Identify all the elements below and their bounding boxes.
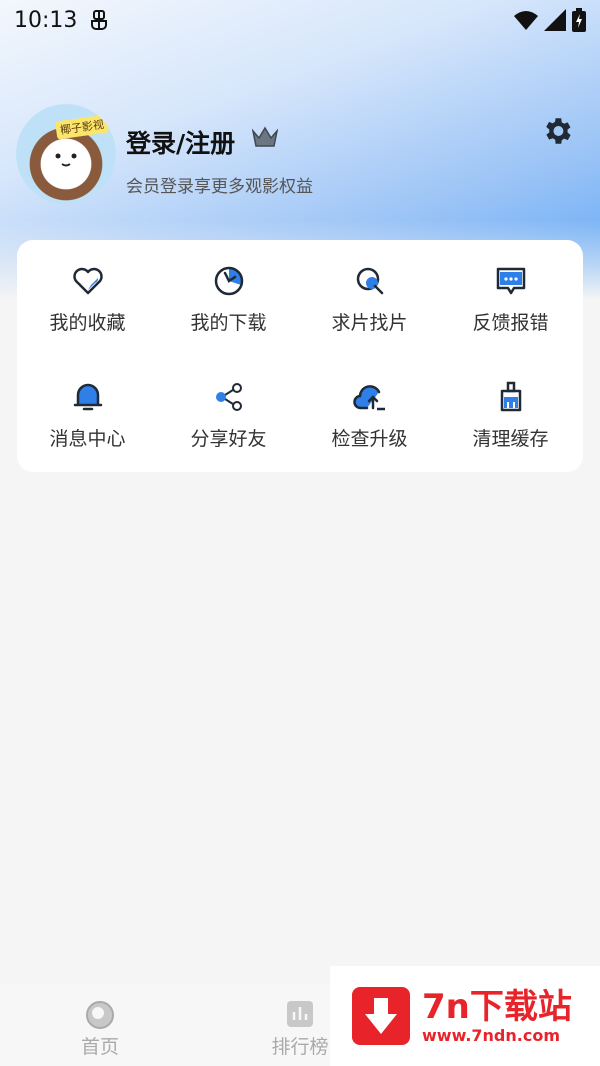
profile-section: 椰子影视 登录/注册 会员登录享更多观影权益 — [16, 104, 584, 204]
download-logo-icon — [352, 987, 410, 1045]
nav-item-label: 排行榜 — [271, 1036, 329, 1058]
menu-item-upgrade[interactable]: 检查升级 — [299, 356, 440, 456]
watermark-url: www.7ndn.com — [422, 1025, 560, 1045]
feedback-icon — [496, 267, 525, 295]
crown-icon — [252, 126, 278, 147]
menu-item-label: 消息中心 — [49, 428, 126, 450]
bug-icon — [91, 10, 108, 30]
menu-item-label: 检查升级 — [331, 428, 408, 450]
search-icon — [356, 267, 383, 295]
menu-card: 我的收藏 我的下载 求片找片 反馈报错 消息中心 分享好友 检查升级 清理缓存 — [17, 240, 583, 472]
share-icon — [215, 383, 242, 411]
watermark: 7n下载站 www.7ndn.com — [330, 966, 600, 1066]
watermark-title: 7n下载站 — [422, 986, 572, 1027]
broom-icon — [500, 381, 521, 412]
menu-item-label: 我的收藏 — [49, 312, 126, 334]
menu-item-label: 分享好友 — [190, 428, 267, 450]
menu-item-messages[interactable]: 消息中心 — [17, 356, 158, 456]
upgrade-icon — [352, 385, 385, 411]
face-icon — [55, 153, 77, 167]
download-icon — [214, 266, 243, 296]
nav-item-home[interactable]: 首页 — [40, 984, 160, 1066]
menu-item-clear-cache[interactable]: 清理缓存 — [440, 356, 581, 456]
menu-item-label: 反馈报错 — [472, 312, 549, 334]
avatar[interactable]: 椰子影视 — [16, 104, 116, 204]
menu-item-label: 求片找片 — [331, 312, 408, 334]
signal-icon — [544, 9, 566, 31]
wifi-icon — [514, 11, 538, 30]
login-register-link[interactable]: 登录/注册 — [126, 124, 235, 160]
battery-icon — [572, 8, 586, 32]
menu-item-label: 我的下载 — [190, 312, 267, 334]
gear-icon[interactable] — [540, 114, 574, 148]
member-tip: 会员登录享更多观影权益 — [126, 177, 313, 197]
menu-item-feedback[interactable]: 反馈报错 — [440, 240, 581, 340]
menu-item-favorites[interactable]: 我的收藏 — [17, 240, 158, 340]
home-icon — [86, 1001, 114, 1029]
menu-item-label: 清理缓存 — [472, 428, 549, 450]
menu-item-request[interactable]: 求片找片 — [299, 240, 440, 340]
menu-item-downloads[interactable]: 我的下载 — [158, 240, 299, 340]
avatar-label: 椰子影视 — [55, 114, 109, 140]
nav-item-label: 首页 — [80, 1036, 119, 1058]
heart-icon — [72, 267, 103, 295]
status-time: 10:13 — [14, 7, 78, 33]
status-bar: 10:13 — [0, 0, 600, 40]
bell-icon — [73, 383, 102, 411]
chart-icon — [287, 1001, 313, 1027]
menu-item-share[interactable]: 分享好友 — [158, 356, 299, 456]
